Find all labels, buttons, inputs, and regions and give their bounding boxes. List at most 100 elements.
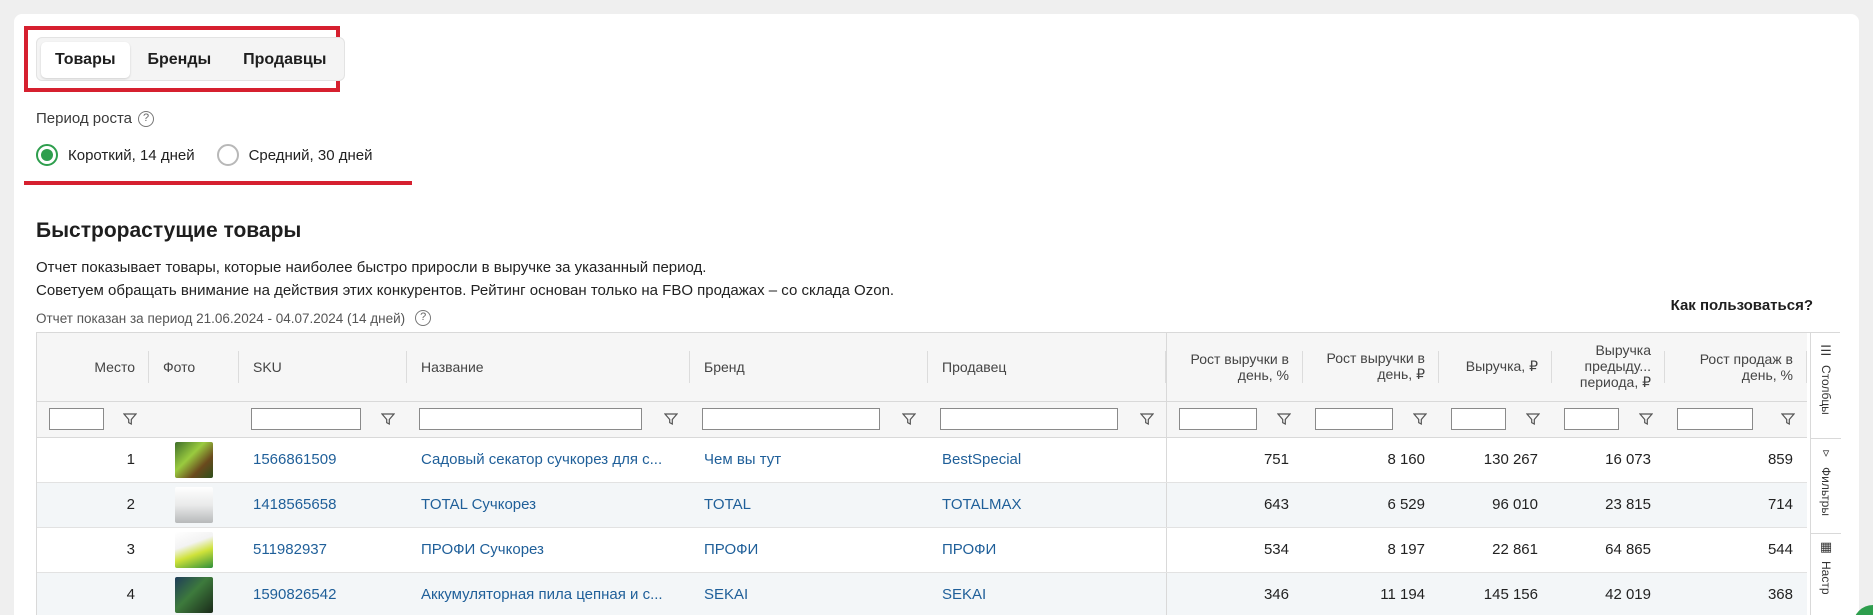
col-header-growth-rub[interactable]: Рост выручки в день, ₽ bbox=[1303, 333, 1439, 402]
help-icon[interactable]: ? bbox=[138, 110, 155, 127]
filter-funnel-icon[interactable] bbox=[1413, 412, 1427, 426]
section-title: Быстрорастущие товары bbox=[36, 219, 302, 242]
cell-name[interactable]: Аккумуляторная пила цепная и с... bbox=[407, 572, 690, 615]
header-row: Место Фото SKU Название Бренд Продавец Р… bbox=[37, 333, 1807, 402]
col-header-revenue[interactable]: Выручка, ₽ bbox=[1439, 333, 1552, 402]
cell-growth-pct: 346 bbox=[1165, 572, 1303, 615]
filter-funnel-icon[interactable] bbox=[1277, 412, 1291, 426]
col-header-seller[interactable]: Продавец bbox=[928, 333, 1166, 402]
col-header-sku[interactable]: SKU bbox=[239, 333, 407, 402]
product-thumbnail[interactable] bbox=[175, 486, 213, 523]
cell-sku[interactable]: 511982937 bbox=[239, 527, 407, 573]
cell-seller[interactable]: BestSpecial bbox=[928, 437, 1166, 483]
filter-funnel-icon[interactable] bbox=[902, 412, 916, 426]
col-header-name[interactable]: Название bbox=[407, 333, 690, 402]
cell-revenue: 22 861 bbox=[1439, 527, 1552, 573]
filter-input-growth-rub[interactable] bbox=[1315, 408, 1393, 430]
cell-growth-rub: 8 160 bbox=[1303, 437, 1439, 483]
help-icon[interactable]: ? bbox=[415, 310, 432, 326]
cell-photo[interactable] bbox=[149, 527, 239, 573]
main-card: Товары Бренды Продавцы Период роста ? Ко… bbox=[14, 14, 1859, 615]
filter-funnel-icon[interactable] bbox=[1526, 412, 1540, 426]
period-note-text: Отчет показан за период 21.06.2024 - 04.… bbox=[36, 310, 406, 326]
radio-highlight-underline bbox=[24, 181, 412, 185]
cell-photo[interactable] bbox=[149, 482, 239, 528]
side-filters-button[interactable]: ▿ Фильтры bbox=[1811, 445, 1841, 516]
tab-brands[interactable]: Бренды bbox=[134, 42, 226, 78]
col-header-place[interactable]: Место bbox=[37, 333, 149, 402]
how-to-use-link[interactable]: Как пользоваться? bbox=[1671, 297, 1813, 314]
side-columns-label: Столбцы bbox=[1819, 365, 1833, 415]
filter-funnel-icon[interactable] bbox=[123, 412, 137, 426]
filter-input-brand[interactable] bbox=[702, 408, 880, 430]
radio-short-label: Короткий, 14 дней bbox=[68, 146, 195, 164]
product-thumbnail[interactable] bbox=[175, 576, 213, 613]
filter-funnel-icon[interactable] bbox=[664, 412, 678, 426]
cell-growth-rub: 6 529 bbox=[1303, 482, 1439, 528]
filter-input-place[interactable] bbox=[49, 408, 104, 430]
cell-photo[interactable] bbox=[149, 572, 239, 615]
tab-sellers[interactable]: Продавцы bbox=[229, 42, 340, 78]
cell-place: 1 bbox=[37, 437, 149, 483]
table-row[interactable]: 2 1418565658 TOTAL Сучкорез TOTAL TOTALM… bbox=[37, 482, 1807, 528]
cell-growth-pct: 751 bbox=[1165, 437, 1303, 483]
product-thumbnail[interactable] bbox=[175, 531, 213, 568]
filter-funnel-icon[interactable] bbox=[1639, 412, 1653, 426]
cell-brand[interactable]: ПРОФИ bbox=[690, 527, 928, 573]
cell-growth-rub: 8 197 bbox=[1303, 527, 1439, 573]
radio-medium-period[interactable]: Средний, 30 дней bbox=[216, 144, 373, 166]
cell-name[interactable]: Садовый секатор сучкорез для с... bbox=[407, 437, 690, 483]
filter-input-prev-revenue[interactable] bbox=[1564, 408, 1619, 430]
cell-prev-revenue: 23 815 bbox=[1552, 482, 1665, 528]
filter-input-revenue[interactable] bbox=[1451, 408, 1506, 430]
cell-sku[interactable]: 1590826542 bbox=[239, 572, 407, 615]
cell-revenue: 96 010 bbox=[1439, 482, 1552, 528]
cell-sku[interactable]: 1566861509 bbox=[239, 437, 407, 483]
cell-name[interactable]: TOTAL Сучкорез bbox=[407, 482, 690, 528]
col-header-brand[interactable]: Бренд bbox=[690, 333, 928, 402]
filter-funnel-icon[interactable] bbox=[1139, 412, 1154, 426]
period-label: Период роста ? bbox=[36, 110, 155, 127]
cell-place: 3 bbox=[37, 527, 149, 573]
col-header-sales-growth[interactable]: Рост продаж в день, % bbox=[1665, 333, 1807, 402]
table-row[interactable]: 1 1566861509 Садовый секатор сучкорез дл… bbox=[37, 437, 1807, 483]
cell-revenue: 130 267 bbox=[1439, 437, 1552, 483]
col-header-prev-revenue[interactable]: Выручка предыду... периода, ₽ bbox=[1552, 333, 1665, 402]
data-table: Место Фото SKU Название Бренд Продавец Р… bbox=[36, 332, 1841, 615]
filter-input-name[interactable] bbox=[419, 408, 642, 430]
period-radio-group: Короткий, 14 дней Средний, 30 дней bbox=[36, 144, 373, 166]
cell-brand[interactable]: SEKAI bbox=[690, 572, 928, 615]
side-divider bbox=[1811, 533, 1841, 534]
tab-products[interactable]: Товары bbox=[41, 42, 130, 78]
col-header-photo[interactable]: Фото bbox=[149, 333, 239, 402]
filter-input-sales-growth[interactable] bbox=[1677, 408, 1753, 430]
filter-icon: ▿ bbox=[1822, 445, 1830, 460]
table-row[interactable]: 4 1590826542 Аккумуляторная пила цепная … bbox=[37, 572, 1807, 615]
cell-sku[interactable]: 1418565658 bbox=[239, 482, 407, 528]
filter-input-seller[interactable] bbox=[940, 408, 1118, 430]
cell-sales-growth: 368 bbox=[1665, 572, 1807, 615]
product-thumbnail[interactable] bbox=[175, 441, 213, 478]
side-settings-button[interactable]: ▦ Настр bbox=[1811, 539, 1841, 595]
cell-place: 2 bbox=[37, 482, 149, 528]
filter-funnel-icon[interactable] bbox=[1781, 412, 1795, 426]
filter-funnel-icon[interactable] bbox=[381, 412, 395, 426]
cell-brand[interactable]: TOTAL bbox=[690, 482, 928, 528]
cell-prev-revenue: 42 019 bbox=[1552, 572, 1665, 615]
cell-photo[interactable] bbox=[149, 437, 239, 483]
side-columns-button[interactable]: ☰ Столбцы bbox=[1811, 343, 1841, 415]
radio-short-period[interactable]: Короткий, 14 дней bbox=[36, 144, 195, 166]
filter-input-growth-pct[interactable] bbox=[1178, 408, 1257, 430]
cell-seller[interactable]: TOTALMAX bbox=[928, 482, 1166, 528]
filter-input-sku[interactable] bbox=[251, 408, 361, 430]
cell-brand[interactable]: Чем вы тут bbox=[690, 437, 928, 483]
cell-prev-revenue: 16 073 bbox=[1552, 437, 1665, 483]
col-header-growth-pct[interactable]: Рост выручки в день, % bbox=[1165, 333, 1304, 402]
cell-name[interactable]: ПРОФИ Сучкорез bbox=[407, 527, 690, 573]
side-divider bbox=[1811, 438, 1841, 439]
table-body: 1 1566861509 Садовый секатор сучкорез дл… bbox=[37, 437, 1807, 615]
period-label-text: Период роста bbox=[36, 110, 133, 127]
table-row[interactable]: 3 511982937 ПРОФИ Сучкорез ПРОФИ ПРОФИ 5… bbox=[37, 527, 1807, 573]
cell-seller[interactable]: ПРОФИ bbox=[928, 527, 1166, 573]
cell-seller[interactable]: SEKAI bbox=[928, 572, 1166, 615]
